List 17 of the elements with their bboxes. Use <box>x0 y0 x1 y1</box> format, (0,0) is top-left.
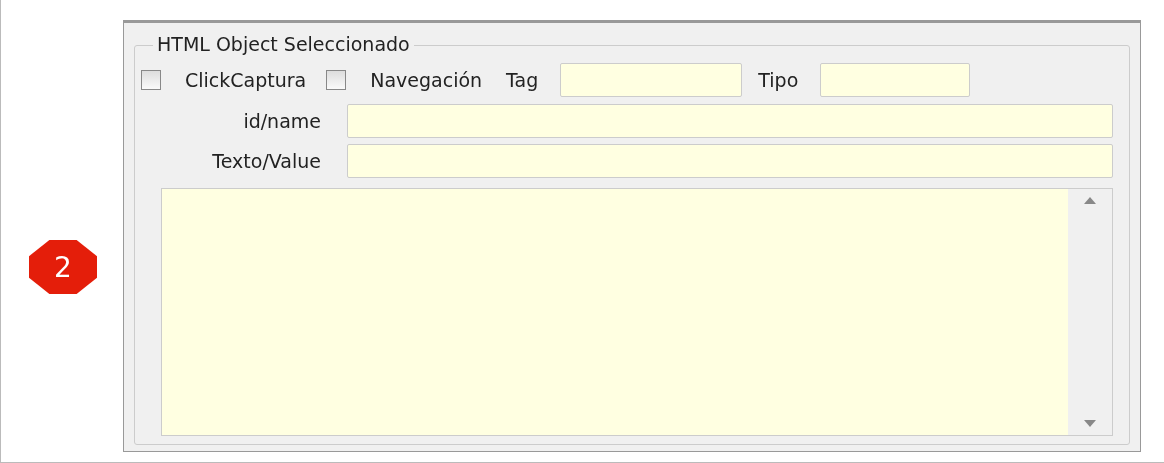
text-field[interactable] <box>347 104 1113 138</box>
step-badge: 2 <box>29 240 97 294</box>
checkbox-label: ClickCaptura <box>185 69 307 91</box>
checkbox[interactable] <box>141 70 161 90</box>
scroll-up-icon[interactable] <box>1084 197 1096 204</box>
field-label: Texto/Value <box>211 150 321 172</box>
scrollbar[interactable] <box>1068 189 1112 435</box>
scroll-down-icon[interactable] <box>1084 420 1096 427</box>
checkbox[interactable] <box>326 70 347 90</box>
field-label: Tag <box>506 69 539 91</box>
text-field[interactable] <box>560 63 743 97</box>
field-label: id/name <box>242 110 321 132</box>
text-field[interactable] <box>820 63 971 97</box>
group-title: HTML Object Seleccionado <box>153 33 414 55</box>
text-field[interactable] <box>347 144 1113 178</box>
checkbox-label: Navegación <box>370 69 483 91</box>
field-label: Tipo <box>758 69 799 91</box>
